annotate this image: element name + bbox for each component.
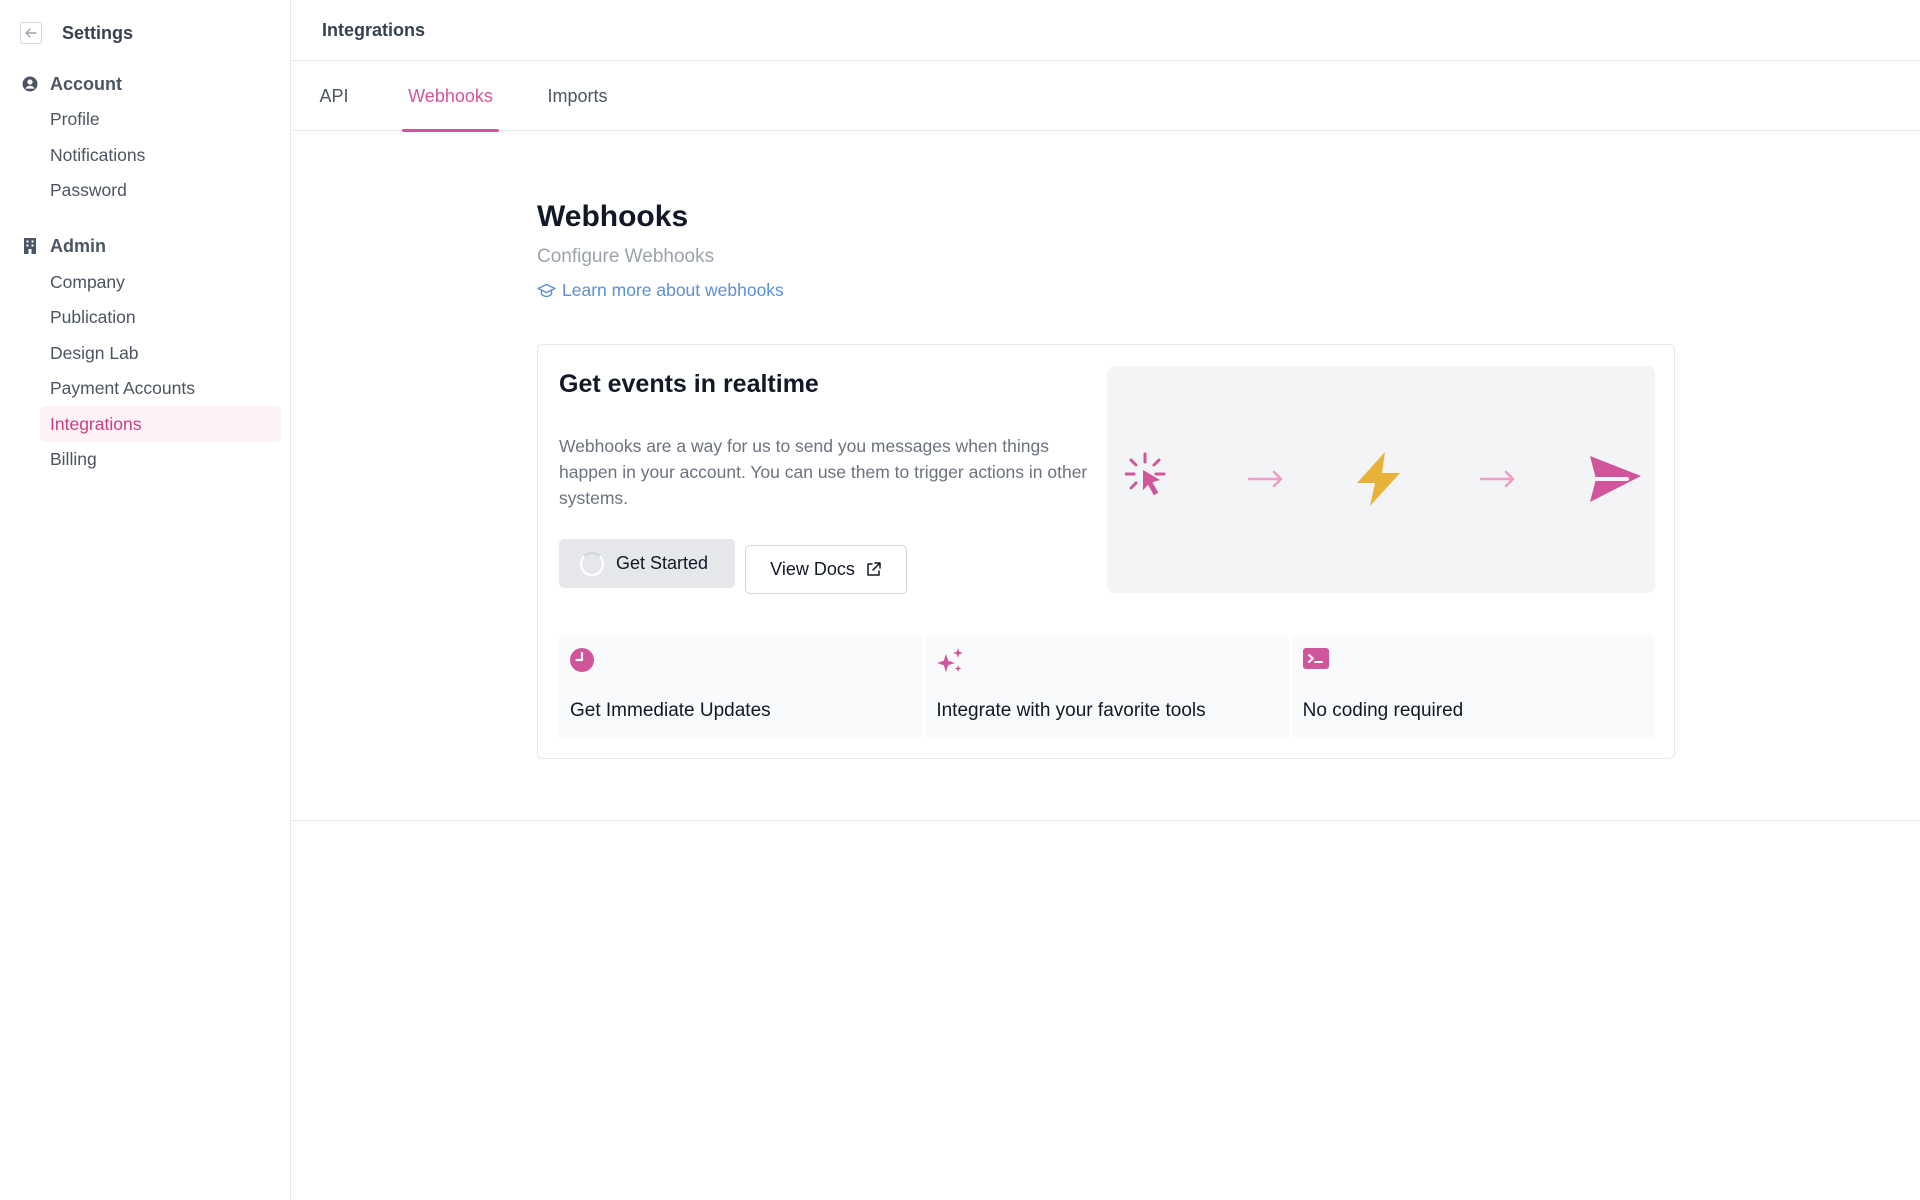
sidebar-item-company[interactable]: Company — [40, 264, 281, 300]
sidebar-item-password[interactable]: Password — [40, 172, 281, 208]
page-header-title: Integrations — [322, 20, 426, 40]
arrow-right-icon — [1479, 470, 1515, 488]
learn-more-link[interactable]: Learn more about webhooks — [537, 280, 784, 301]
building-icon — [24, 238, 36, 254]
sidebar-title: Settings — [62, 22, 134, 43]
terminal-icon — [1302, 648, 1329, 669]
feature-label: Integrate with your favorite tools — [936, 700, 1206, 721]
sparkles-icon — [937, 648, 964, 672]
tab-api[interactable]: API — [320, 61, 349, 131]
graduation-cap-icon — [537, 283, 556, 297]
sidebar-item-notifications[interactable]: Notifications — [40, 137, 281, 173]
tab-webhooks[interactable]: Webhooks — [402, 61, 499, 132]
send-icon — [1590, 456, 1641, 502]
webhooks-intro-card: Get events in realtime Webhooks are a wa… — [537, 344, 1675, 759]
sidebar-item-profile[interactable]: Profile — [40, 101, 281, 137]
card-title: Get events in realtime — [559, 370, 819, 398]
feature-label: Get Immediate Updates — [570, 700, 771, 721]
sidebar-section-admin: Admin — [22, 234, 106, 258]
view-docs-label: View Docs — [770, 559, 855, 579]
arrow-right-icon — [1247, 470, 1283, 488]
arrow-left-icon — [25, 28, 37, 38]
content-divider — [292, 820, 1920, 821]
user-circle-icon — [22, 76, 38, 92]
sidebar-header: Settings — [20, 22, 133, 44]
bolt-icon — [1357, 452, 1400, 506]
sidebar-item-billing[interactable]: Billing — [40, 441, 281, 477]
clock-icon — [570, 648, 594, 672]
page-title: Webhooks — [537, 200, 689, 233]
click-icon — [1125, 452, 1166, 496]
tab-bar: API Webhooks Imports — [292, 61, 1920, 132]
view-docs-button[interactable]: View Docs — [745, 545, 907, 594]
sidebar-item-payment-accounts[interactable]: Payment Accounts — [40, 370, 281, 406]
feature-label: No coding required — [1302, 700, 1464, 721]
card-description: Webhooks are a way for us to send you me… — [559, 436, 1088, 508]
webhook-flow-illustration — [1107, 366, 1655, 593]
external-link-icon — [867, 562, 881, 576]
loading-spinner-icon — [580, 551, 604, 576]
section-label-account: Account — [50, 73, 122, 94]
sidebar-item-publication[interactable]: Publication — [40, 299, 281, 335]
get-started-button[interactable]: Get Started — [559, 539, 735, 588]
get-started-label: Get Started — [616, 553, 709, 573]
feature-item: No coding required — [1291, 635, 1655, 738]
section-label-admin: Admin — [50, 235, 106, 256]
learn-more-label: Learn more about webhooks — [562, 280, 784, 300]
sidebar-item-integrations[interactable]: Integrations — [40, 406, 281, 442]
page-subtitle: Configure Webhooks — [537, 246, 715, 267]
tab-imports[interactable]: Imports — [545, 61, 610, 131]
sidebar-section-account: Account — [22, 72, 122, 96]
feature-item: Integrate with your favorite tools — [925, 635, 1289, 738]
back-button[interactable] — [20, 22, 42, 44]
feature-list: Get Immediate Updates Integrate with you… — [559, 635, 1655, 738]
top-bar: Integrations — [292, 0, 1920, 61]
settings-sidebar: Settings Account Profile Notifications P… — [0, 0, 291, 1200]
sidebar-item-design-lab[interactable]: Design Lab — [40, 335, 281, 371]
feature-item: Get Immediate Updates — [559, 635, 923, 738]
